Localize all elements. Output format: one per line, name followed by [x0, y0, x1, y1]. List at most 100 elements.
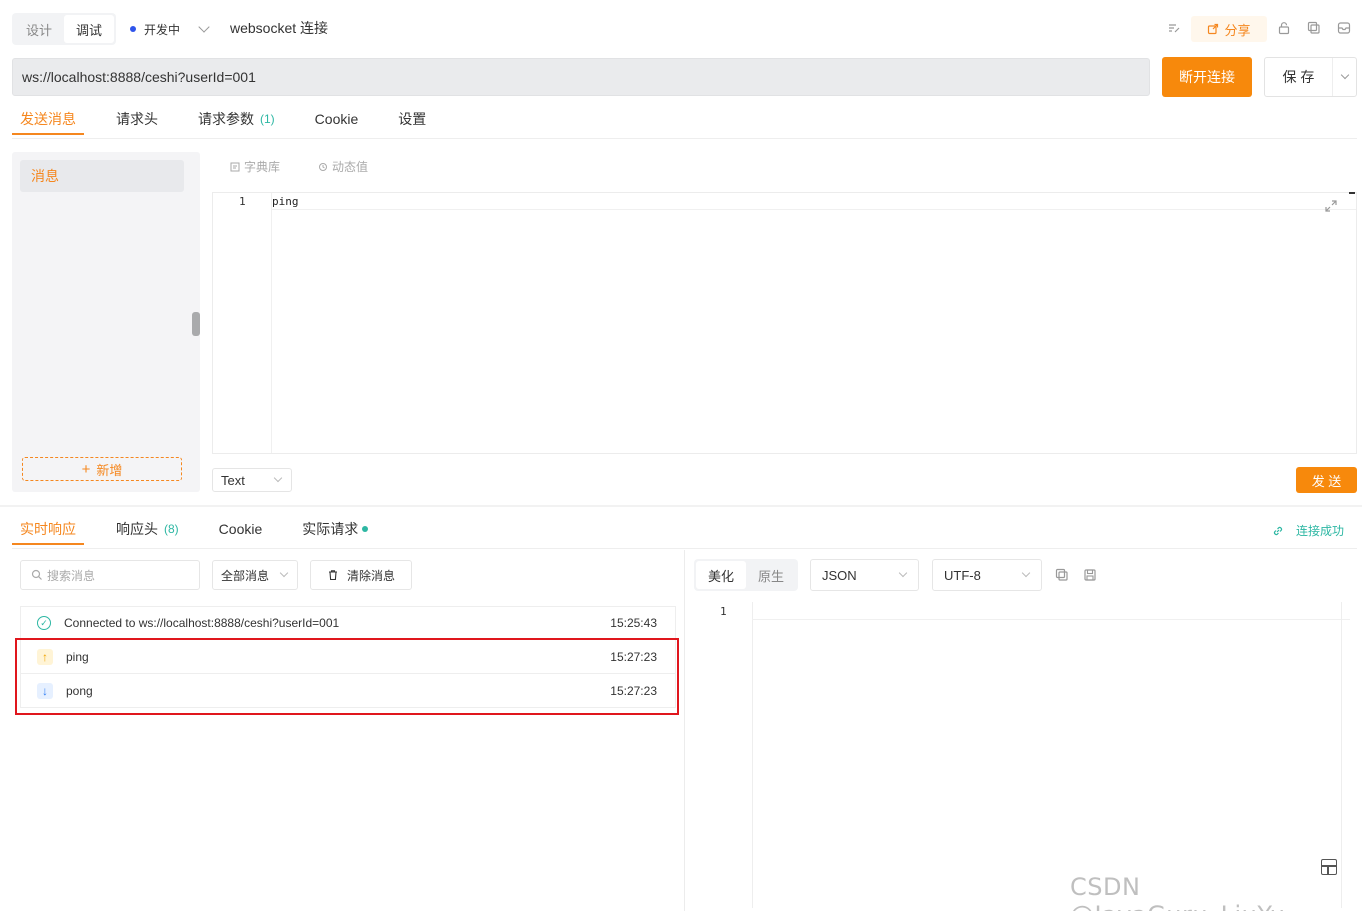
magic-icon	[319, 162, 327, 171]
search-icon	[31, 569, 42, 580]
tab-label: 实际请求	[302, 521, 359, 537]
scrollbar-marker	[1349, 192, 1355, 194]
content-type-select[interactable]: JSON	[810, 559, 919, 591]
log-time: 15:25:43	[610, 616, 657, 630]
section-divider	[0, 505, 1362, 507]
editor-scroll-edge	[1341, 602, 1342, 908]
connection-status-text: 连接成功	[1296, 524, 1345, 538]
dictionary-label: 字典库	[244, 160, 281, 174]
message-item[interactable]: 消息	[20, 160, 184, 192]
dynamic-label: 动态值	[332, 160, 369, 174]
check-circle-icon: ✓	[37, 616, 51, 630]
dynamic-value-button[interactable]: 动态值	[318, 158, 368, 175]
clear-label: 清除消息	[346, 568, 395, 583]
disconnect-button[interactable]: 断开连接	[1162, 57, 1252, 97]
message-type-select[interactable]: Text	[212, 468, 292, 492]
tab-response-headers[interactable]: 响应头 (8)	[108, 514, 187, 544]
filter-value: 全部消息	[221, 568, 270, 583]
api-title[interactable]: websocket 连接	[230, 18, 328, 38]
message-editor[interactable]: 1 ping	[212, 192, 1357, 454]
watermark: CSDN @JavaGuru_LiuYu	[1070, 873, 1285, 911]
tab-label: 设置	[398, 111, 427, 127]
edit-note-icon[interactable]	[1166, 20, 1182, 36]
chevron-down-icon	[279, 568, 289, 578]
encoding-select[interactable]: UTF-8	[932, 559, 1042, 591]
content-type-value: JSON	[822, 567, 857, 583]
send-button[interactable]: 发 送	[1296, 467, 1357, 493]
save-more-button[interactable]	[1333, 70, 1356, 80]
archive-icon[interactable]	[1336, 20, 1352, 36]
tab-realtime-response[interactable]: 实时响应	[12, 514, 84, 545]
share-label: 分享	[1224, 22, 1251, 38]
format-switch[interactable]: 美化 原生	[694, 559, 798, 591]
tab-request-params[interactable]: 请求参数 (1)	[190, 104, 283, 134]
encoding-value: UTF-8	[944, 567, 981, 583]
tab-label: 发送消息	[20, 111, 76, 127]
editor-line[interactable]: ping	[272, 193, 1356, 210]
response-tabs: 实时响应 响应头 (8) Cookie 实际请求	[12, 514, 376, 545]
link-icon	[1273, 526, 1283, 535]
add-label: 新增	[96, 462, 123, 478]
expand-icon[interactable]	[1324, 199, 1338, 216]
dictionary-button[interactable]: 字典库	[230, 158, 280, 175]
tab-response-cookie[interactable]: Cookie	[211, 514, 271, 544]
tab-count: (1)	[260, 112, 275, 126]
line-number: 1	[720, 605, 727, 618]
save-response-icon[interactable]	[1082, 567, 1098, 583]
tab-label: Cookie	[218, 521, 263, 537]
mode-switch[interactable]: 设计 调试	[12, 13, 116, 45]
panel-splitter[interactable]	[684, 550, 685, 911]
tab-divider	[12, 138, 1357, 139]
type-value: Text	[221, 472, 245, 488]
editor-gutter	[213, 193, 272, 453]
share-button[interactable]: 分享	[1191, 16, 1267, 42]
chevron-down-icon	[898, 568, 908, 578]
search-input[interactable]: 搜索消息	[20, 560, 200, 590]
tab-request-headers[interactable]: 请求头	[108, 104, 166, 134]
highlight-box	[15, 638, 679, 715]
indicator-dot-icon	[362, 526, 369, 532]
tab-label: Cookie	[314, 111, 359, 127]
response-editor[interactable]: 1	[694, 602, 1350, 908]
format-raw[interactable]: 原生	[746, 561, 796, 589]
editor-content: ping	[272, 195, 299, 208]
log-text: Connected to ws://localhost:8888/ceshi?u…	[64, 616, 340, 630]
url-input[interactable]: ws://localhost:8888/ceshi?userId=001	[12, 58, 1150, 96]
clear-messages-button[interactable]: 清除消息	[310, 560, 412, 590]
trash-icon	[328, 570, 337, 581]
status-label: 开发中	[144, 22, 181, 37]
editor-line	[752, 619, 1350, 620]
add-message-button[interactable]: + 新增	[22, 457, 182, 481]
collapse-handle[interactable]	[192, 312, 200, 336]
log-row-connected[interactable]: ✓ Connected to ws://localhost:8888/ceshi…	[20, 606, 676, 640]
url-text: ws://localhost:8888/ceshi?userId=001	[22, 69, 256, 85]
status-dot-icon	[130, 26, 136, 32]
copy-response-icon[interactable]	[1054, 567, 1070, 583]
tab-settings[interactable]: 设置	[390, 104, 434, 134]
tab-divider	[12, 548, 1357, 549]
save-button[interactable]: 保 存	[1265, 58, 1333, 96]
book-icon	[230, 162, 240, 171]
lock-icon[interactable]	[1276, 20, 1292, 36]
chevron-down-icon	[273, 473, 283, 483]
request-tabs: 发送消息 请求头 请求参数 (1) Cookie 设置	[12, 104, 434, 135]
tab-count: (8)	[164, 522, 179, 536]
tab-send-message[interactable]: 发送消息	[12, 104, 84, 135]
chevron-down-icon	[1340, 70, 1349, 80]
share-icon	[1208, 23, 1219, 35]
status-dropdown[interactable]: 开发中	[130, 17, 210, 41]
save-button-group[interactable]: 保 存	[1264, 57, 1357, 97]
tab-cookie[interactable]: Cookie	[307, 104, 367, 134]
line-number: 1	[239, 195, 246, 208]
tab-actual-request[interactable]: 实际请求	[294, 514, 376, 544]
tab-label: 实时响应	[20, 521, 76, 537]
format-pretty[interactable]: 美化	[696, 561, 746, 589]
editor-gutter	[752, 602, 753, 908]
copy-icon[interactable]	[1306, 20, 1322, 36]
plus-icon: +	[81, 460, 91, 478]
mode-design[interactable]: 设计	[14, 15, 64, 43]
mode-debug[interactable]: 调试	[64, 15, 114, 43]
tab-label: 请求参数	[198, 111, 254, 127]
message-filter-select[interactable]: 全部消息	[212, 560, 298, 590]
message-list-panel	[12, 152, 200, 492]
